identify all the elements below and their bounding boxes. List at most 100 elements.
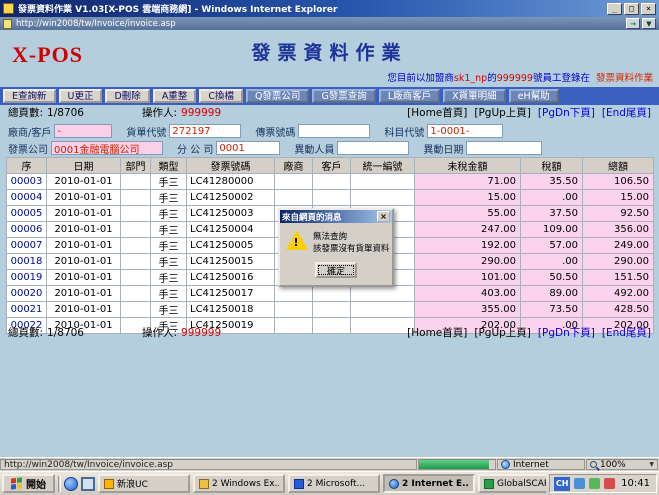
window-title: 發票資料作業 V1.03[X-POS 雲端商務網] - Windows Inte… (18, 2, 603, 15)
cell-total: 151.50 (583, 270, 654, 286)
taskbar-button[interactable]: 2 Windows Ex... (193, 474, 285, 493)
pager-link[interactable]: [PgUp上頁] (474, 105, 531, 120)
taskbar-button-label: 2 Windows Ex... (212, 479, 279, 489)
pager-link[interactable]: [PgDn下頁] (538, 325, 595, 340)
cell-seq[interactable]: 00004 (7, 190, 47, 206)
toolbar-button[interactable]: eH幫助 (509, 89, 559, 103)
cell-invoice_no: LC41250004 (187, 222, 275, 238)
cell-type: 手三 (151, 254, 187, 270)
cell-dept (121, 174, 151, 190)
tray-icon[interactable] (604, 478, 615, 489)
table-row: 000042010-01-01手三LC4125000215.00.0015.00 (7, 190, 654, 206)
system-tray: CH 10:41 (549, 474, 657, 493)
cell-dept (121, 286, 151, 302)
cell-seq[interactable]: 00018 (7, 254, 47, 270)
toolbar-button[interactable]: X貨單明細 (443, 89, 506, 103)
pager-link[interactable]: [Home首頁] (407, 325, 467, 340)
close-icon[interactable]: × (641, 3, 656, 15)
cell-seq[interactable]: 00005 (7, 206, 47, 222)
taskbar-button[interactable]: 新浪UC (98, 474, 190, 493)
toolbar-button[interactable]: Q發票公司 (246, 89, 309, 103)
vendor-input[interactable] (54, 124, 112, 138)
maximize-icon[interactable]: □ (624, 3, 639, 15)
dialog-message: 無法查詢 該發票沒有貨單資料 (313, 230, 390, 255)
taskbar-button[interactable]: 2 Microsoft... (288, 474, 380, 493)
account-input[interactable] (427, 124, 503, 138)
taskbar-button[interactable]: 2 Internet E... (383, 474, 475, 493)
zoom-dropdown-icon[interactable]: ▼ (649, 461, 654, 468)
cell-seq[interactable]: 00021 (7, 302, 47, 318)
shipment-input[interactable] (169, 124, 241, 138)
toolbar-button[interactable]: A重整 (153, 89, 197, 103)
cell-seq[interactable]: 00020 (7, 286, 47, 302)
minimize-icon[interactable]: _ (607, 3, 622, 15)
cell-date: 2010-01-01 (47, 254, 121, 270)
login-prefix: 您目前以加盟商 (387, 73, 454, 84)
pages-label: 總頁數: (8, 105, 43, 120)
cell-seq[interactable]: 00019 (7, 270, 47, 286)
module-link[interactable]: 發票資料作業 (596, 73, 653, 84)
cell-untaxed: 290.00 (415, 254, 521, 270)
cell-untaxed: 71.00 (415, 174, 521, 190)
pager-link[interactable]: [End尾頁] (602, 105, 651, 120)
taskbar-button[interactable]: GlobalSCAPE... (478, 474, 546, 493)
column-header: 日期 (47, 158, 121, 174)
quicklaunch-ie-icon[interactable] (64, 477, 78, 491)
company-input[interactable] (51, 141, 163, 155)
dialog-close-icon[interactable]: × (377, 211, 390, 222)
pager-link[interactable]: [End尾頁] (602, 325, 651, 340)
column-header: 未稅金額 (415, 158, 521, 174)
cell-vendor (275, 174, 313, 190)
address-dropdown-icon[interactable]: ▼ (642, 18, 656, 29)
tray-icon[interactable] (589, 478, 600, 489)
pager-links: [Home首頁] [PgUp上頁] [PgDn下頁] [End尾頁] (407, 105, 651, 120)
go-button[interactable]: → (626, 18, 640, 29)
toolbar-button[interactable]: L廠商客戶 (379, 89, 440, 103)
modified-date-label: 異動日期 (423, 141, 463, 156)
cell-untaxed: 15.00 (415, 190, 521, 206)
column-header: 序 (7, 158, 47, 174)
cell-dept (121, 302, 151, 318)
column-header: 客戶 (313, 158, 351, 174)
invoice-table-head-row: 序日期部門類型發票號碼廠商客戶統一編號未稅金額稅額總額 (7, 158, 654, 174)
modified-date-input[interactable] (466, 141, 542, 155)
branch-input[interactable] (216, 141, 280, 155)
toolbar-button[interactable]: E查詢新 (3, 89, 56, 103)
cell-dept (121, 222, 151, 238)
start-label: 開始 (26, 476, 46, 491)
tray-icon[interactable] (574, 478, 585, 489)
cell-seq[interactable]: 00006 (7, 222, 47, 238)
language-indicator[interactable]: CH (554, 477, 570, 491)
voucher-input[interactable] (298, 124, 370, 138)
toolbar-button[interactable]: C換檔 (199, 89, 243, 103)
start-button[interactable]: 開始 (2, 474, 55, 493)
cell-invoice_no: LC41250002 (187, 190, 275, 206)
cell-untaxed: 403.00 (415, 286, 521, 302)
address-url[interactable]: http://win2008/tw/Invoice/invoice.asp (16, 19, 624, 29)
table-row: 000032010-01-01手三LC4128000071.0035.50106… (7, 174, 654, 190)
cell-untaxed: 55.00 (415, 206, 521, 222)
dialog-ok-button[interactable]: 確定 (315, 262, 357, 278)
toolbar-button[interactable]: G發票查詢 (312, 89, 375, 103)
cell-dept (121, 190, 151, 206)
cell-invoice_no: LC41250003 (187, 206, 275, 222)
pager-link[interactable]: [PgUp上頁] (474, 325, 531, 340)
cell-type: 手三 (151, 206, 187, 222)
zoom-control[interactable]: 100% ▼ (586, 459, 658, 470)
toolbar-button[interactable]: U更正 (59, 89, 103, 103)
modifier-input[interactable] (337, 141, 409, 155)
quicklaunch-desktop-icon[interactable] (81, 477, 95, 491)
cell-seq[interactable]: 00007 (7, 238, 47, 254)
pager-link[interactable]: [Home首頁] (407, 105, 467, 120)
cell-dept (121, 270, 151, 286)
toolbar-button[interactable]: D刪除 (105, 89, 149, 103)
login-franchise: sk1_np (454, 73, 487, 84)
login-suffix: 號員工登錄在 (533, 73, 590, 84)
cell-total: 290.00 (583, 254, 654, 270)
cell-tax: 89.00 (521, 286, 583, 302)
login-employee: 999999 (497, 73, 533, 84)
cell-seq[interactable]: 00003 (7, 174, 47, 190)
cell-invoice_no: LC41280000 (187, 174, 275, 190)
pager-link[interactable]: [PgDn下頁] (538, 105, 595, 120)
login-mid: 的 (487, 73, 497, 84)
